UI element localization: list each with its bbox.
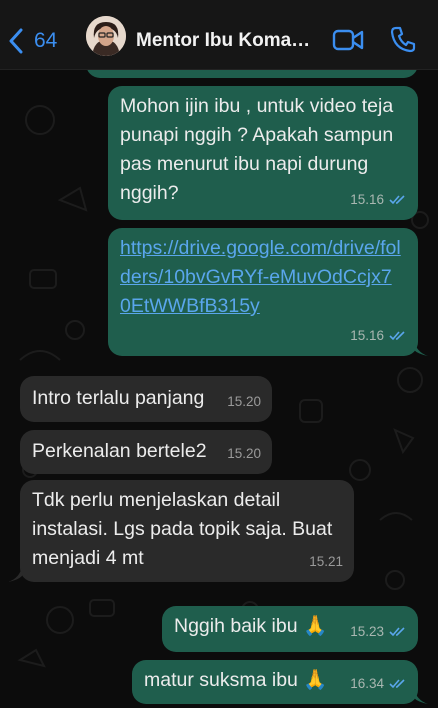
message-bubble-outgoing[interactable]: Nggih baik ibu 🙏 15.23	[162, 606, 418, 652]
avatar-image	[86, 16, 126, 56]
contact-name[interactable]: Mentor Ibu Koman...	[136, 30, 318, 52]
double-check-icon	[389, 331, 405, 341]
bubble-tail	[8, 566, 22, 582]
message-bubble-outgoing[interactable]: matur suksma ibu 🙏 16.34	[132, 660, 418, 704]
message-text: Tdk perlu menjelaskan detail instalasi. …	[32, 489, 333, 569]
message-meta: 15.16	[350, 321, 407, 350]
message-bubble-outgoing[interactable]: https://drive.google.com/drive/folders/1…	[108, 228, 418, 356]
chat-header: 64 Mentor Ibu Koman...	[0, 0, 438, 70]
message-time: 15.23	[350, 624, 384, 639]
message-time: 16.34	[350, 676, 384, 691]
double-check-icon	[389, 679, 405, 689]
unread-count: 64	[34, 29, 58, 52]
message-time: 15.20	[227, 446, 261, 461]
message-text: Perkenalan bertele2	[32, 440, 207, 462]
message-time: 15.16	[350, 192, 384, 207]
phone-icon[interactable]	[390, 25, 416, 53]
message-bubble-incoming[interactable]: Intro terlalu panjang 15.20	[20, 376, 272, 422]
message-bubble-incoming[interactable]: Perkenalan bertele2 15.20	[20, 430, 272, 474]
double-check-icon	[389, 627, 405, 637]
bubble-tail	[414, 340, 428, 356]
message-time: 15.20	[227, 394, 261, 409]
chevron-left-icon	[9, 28, 23, 54]
avatar[interactable]	[86, 16, 126, 56]
video-camera-icon[interactable]	[332, 28, 364, 52]
message-meta: 15.20	[227, 439, 261, 468]
message-meta: 15.16	[350, 185, 407, 214]
message-meta: 16.34	[350, 669, 407, 698]
bubble-tail	[414, 688, 428, 704]
message-time: 15.16	[350, 328, 384, 343]
double-check-icon	[389, 195, 405, 205]
message-text: Intro terlalu panjang	[32, 387, 205, 409]
message-time: 15.21	[309, 554, 343, 569]
message-bubble-incoming[interactable]: Tdk perlu menjelaskan detail instalasi. …	[20, 480, 354, 582]
chat-screen: 64 Mentor Ibu Koman... Mohon ijin ibu , …	[0, 0, 438, 708]
message-meta: 15.23	[350, 617, 407, 646]
message-bubble-outgoing[interactable]: Mohon ijin ibu , untuk video teja punapi…	[108, 86, 418, 220]
drive-link[interactable]: https://drive.google.com/drive/folders/1…	[120, 234, 406, 321]
back-button[interactable]: 64	[8, 24, 57, 58]
message-meta: 15.20	[227, 387, 261, 416]
message-meta: 15.21	[309, 547, 343, 576]
